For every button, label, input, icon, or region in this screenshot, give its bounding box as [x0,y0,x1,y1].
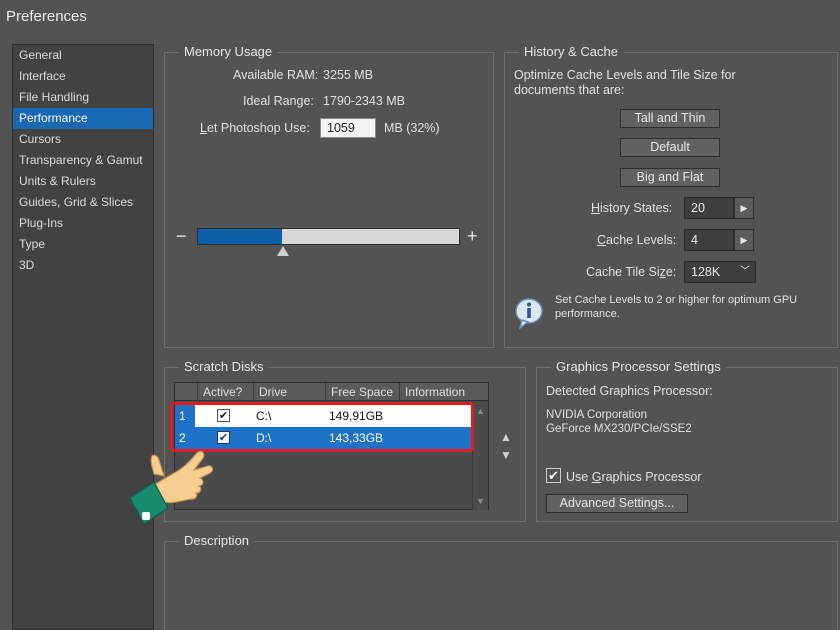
sidebar-item-cursors[interactable]: Cursors [13,129,153,150]
cache-description-line1: Optimize Cache Levels and Tile Size for [514,68,736,82]
move-up-icon[interactable]: ▲ [500,430,512,444]
let-photoshop-use-input[interactable]: 1059 [320,118,376,138]
let-photoshop-use-mnemonic: L [200,121,207,135]
sidebar-item-units-rulers[interactable]: Units & Rulers [13,171,153,192]
detected-gpu-label: Detected Graphics Processor: [546,384,713,398]
let-photoshop-use-unit: MB (32%) [384,121,440,135]
tall-and-thin-button[interactable]: Tall and Thin [620,109,720,128]
history-states-label: History States: [591,201,672,215]
scratch-disks-legend: Scratch Disks [179,359,269,375]
preferences-sidebar: General Interface File Handling Performa… [12,44,154,630]
cache-levels-input[interactable]: 4 [684,229,734,251]
memory-increase-icon[interactable]: + [467,226,478,247]
memory-usage-legend: Memory Usage [179,44,278,60]
sidebar-item-transparency-gamut[interactable]: Transparency & Gamut [13,150,153,171]
cache-tile-size-text-b: e: [665,265,677,279]
use-gpu-mnemonic: G [591,470,602,484]
sidebar-item-plug-ins[interactable]: Plug-Ins [13,213,153,234]
big-and-flat-button[interactable]: Big and Flat [620,168,720,187]
column-header-information[interactable]: Information [399,383,490,401]
available-ram-label: Available RAM: [233,68,319,82]
table-header: Active? Drive Free Space Information [175,383,488,401]
sidebar-item-file-handling[interactable]: File Handling [13,87,153,108]
gpu-model: GeForce MX230/PCIe/SSE2 [546,423,692,435]
memory-slider[interactable] [197,228,460,245]
history-states-input[interactable]: 20 [684,197,734,219]
column-header-free-space[interactable]: Free Space [325,383,399,401]
ideal-range-value: 1790-2343 MB [323,94,406,108]
table-scrollbar[interactable]: ▲ ▼ [472,402,488,510]
memory-decrease-icon[interactable]: − [176,226,187,247]
ideal-range-label: Ideal Range: [243,94,314,108]
sidebar-item-3d[interactable]: 3D [13,255,153,276]
sidebar-item-performance[interactable]: Performance [13,108,153,129]
use-gpu-text-a: Use [566,470,592,484]
column-header-drive[interactable]: Drive [253,383,325,401]
sidebar-item-general[interactable]: General [13,45,153,66]
cache-levels-label: Cache Levels: [597,233,676,247]
use-gpu-text-b: raphics Processor [601,470,702,484]
memory-slider-fill [198,229,282,244]
let-photoshop-use-text: et Photoshop Use: [206,121,310,135]
history-states-arrow-button[interactable]: ▶ [734,197,754,219]
window-title: Preferences [6,8,87,25]
gpu-tip-line1: Set Cache Levels to 2 or higher for opti… [555,294,798,306]
description-legend: Description [179,533,255,549]
sidebar-item-type[interactable]: Type [13,234,153,255]
gpu-tip-line2: performance. [555,308,620,320]
graphics-processor-legend: Graphics Processor Settings [551,359,726,375]
cache-tile-size-select[interactable]: 128K ﹀ [684,261,756,283]
cache-levels-text: ache Levels: [606,233,677,247]
default-button[interactable]: Default [620,138,720,157]
let-photoshop-use-label: Let Photoshop Use: [200,121,310,135]
memory-slider-thumb[interactable] [277,246,289,256]
history-states-text: istory States: [600,201,673,215]
available-ram-value: 3255 MB [323,68,374,82]
description-group: Description [164,533,838,630]
cache-tile-size-text-a: Cache Tile Si [586,265,660,279]
scroll-up-icon[interactable]: ▲ [476,406,485,416]
sidebar-item-guides-grid-slices[interactable]: Guides, Grid & Slices [13,192,153,213]
cache-tile-size-value: 128K [691,265,721,279]
move-down-icon[interactable]: ▼ [500,448,512,462]
history-states-mnemonic: H [591,201,601,215]
history-cache-legend: History & Cache [519,44,623,60]
sidebar-item-interface[interactable]: Interface [13,66,153,87]
cache-levels-mnemonic: C [597,233,607,247]
gpu-vendor: NVIDIA Corporation [546,409,647,421]
advanced-settings-button[interactable]: Advanced Settings... [546,494,688,513]
pointing-hand-icon [129,450,214,525]
scroll-down-icon[interactable]: ▼ [476,496,485,506]
use-gpu-checkbox[interactable]: ✔ [546,468,561,483]
use-gpu-label: Use Graphics Processor [566,470,701,484]
column-header-active[interactable]: Active? [197,383,253,401]
cache-description-line2: documents that are: [514,83,625,97]
chevron-down-icon: ﹀ [740,266,750,277]
cache-levels-arrow-button[interactable]: ▶ [734,229,754,251]
cache-tile-size-label: Cache Tile Size: [586,265,676,279]
info-icon [515,298,543,330]
